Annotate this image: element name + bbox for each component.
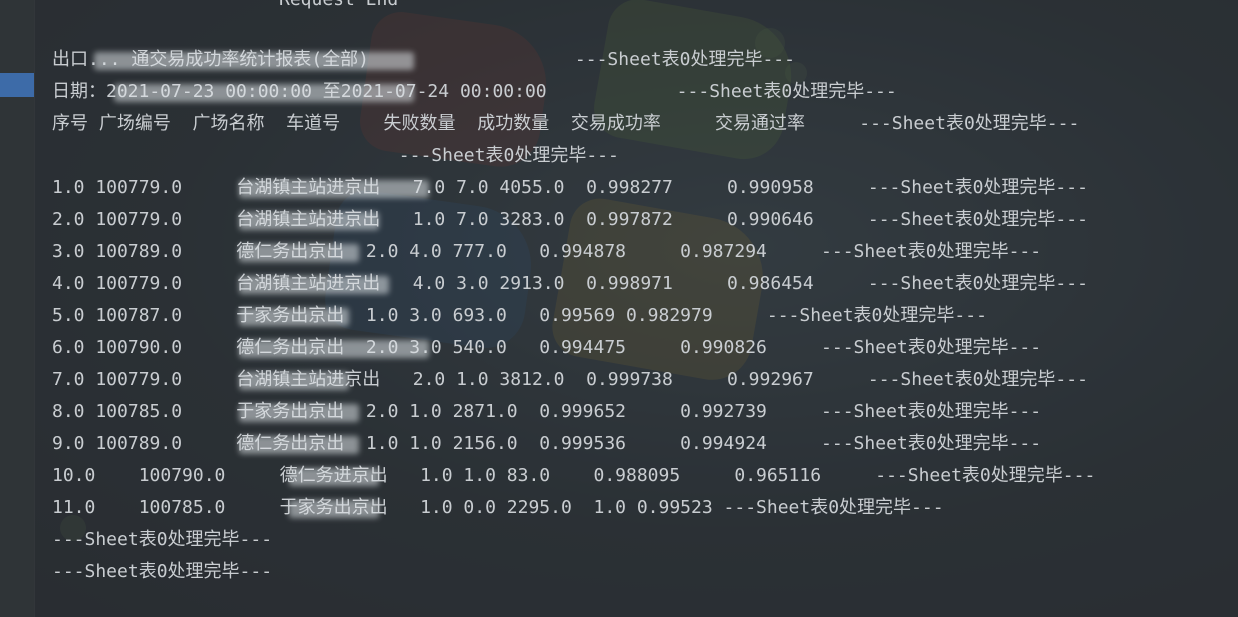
redaction-blur <box>239 340 429 358</box>
console-line-row-11: 11.0 100785.0 于家务出京出 1.0 0.0 2295.0 1.0 … <box>52 497 944 518</box>
redaction-blur <box>239 244 359 262</box>
redaction-blur <box>239 212 379 230</box>
console-line-footer-2: ---Sheet表0处理完毕--- <box>52 561 273 582</box>
console-line-row-1: 1.0 100779.0 台湖镇主站进京出 7.0 7.0 4055.0 0.9… <box>52 177 1088 198</box>
redaction-blur <box>239 404 359 422</box>
console-line-row-7: 7.0 100779.0 台湖镇主站进京出 2.0 1.0 3812.0 0.9… <box>52 369 1088 390</box>
console-line-footer-1: ---Sheet表0处理完毕--- <box>52 529 273 550</box>
editor-gutter <box>0 0 35 617</box>
gutter-marker[interactable] <box>0 73 34 97</box>
redaction-blur <box>239 308 349 326</box>
redaction-blur <box>239 372 349 390</box>
redaction-blur <box>114 84 414 102</box>
run-console-output[interactable]: Request End 出口... 通交易成功率统计报表(全部) ---Shee… <box>34 0 1238 617</box>
console-line-row-5: 5.0 100787.0 于家务出京出 1.0 3.0 693.0 0.9956… <box>52 305 987 326</box>
console-line-row-9: 9.0 100789.0 德仁务出京出 1.0 1.0 2156.0 0.999… <box>52 433 1042 454</box>
redaction-blur <box>239 276 389 294</box>
redaction-blur <box>239 180 429 198</box>
redaction-blur <box>289 468 379 486</box>
console-line-separator: ---Sheet表0处理完毕--- <box>52 145 619 166</box>
console-line-row-6: 6.0 100790.0 德仁务出京出 2.0 3.0 540.0 0.9944… <box>52 337 1042 358</box>
console-line-row-10: 10.0 100790.0 德仁务进京出 1.0 1.0 83.0 0.9880… <box>52 465 1096 486</box>
console-line-request-end: Request End <box>279 0 398 12</box>
redaction-blur <box>289 500 379 518</box>
console-line-header: 序号 广场编号 广场名称 车道号 失败数量 成功数量 交易成功率 交易通过率 -… <box>52 113 1080 134</box>
console-line-row-3: 3.0 100789.0 德仁务出京出 2.0 4.0 777.0 0.9948… <box>52 241 1042 262</box>
redaction-blur <box>239 436 359 454</box>
console-line-row-8: 8.0 100785.0 于家务出京出 2.0 1.0 2871.0 0.999… <box>52 401 1042 422</box>
redaction-blur <box>94 52 414 70</box>
console-line-row-4: 4.0 100779.0 台湖镇主站进京出 4.0 3.0 2913.0 0.9… <box>52 273 1088 294</box>
console-line-row-2: 2.0 100779.0 台湖镇主站进京出 1.0 7.0 3283.0 0.9… <box>52 209 1088 230</box>
